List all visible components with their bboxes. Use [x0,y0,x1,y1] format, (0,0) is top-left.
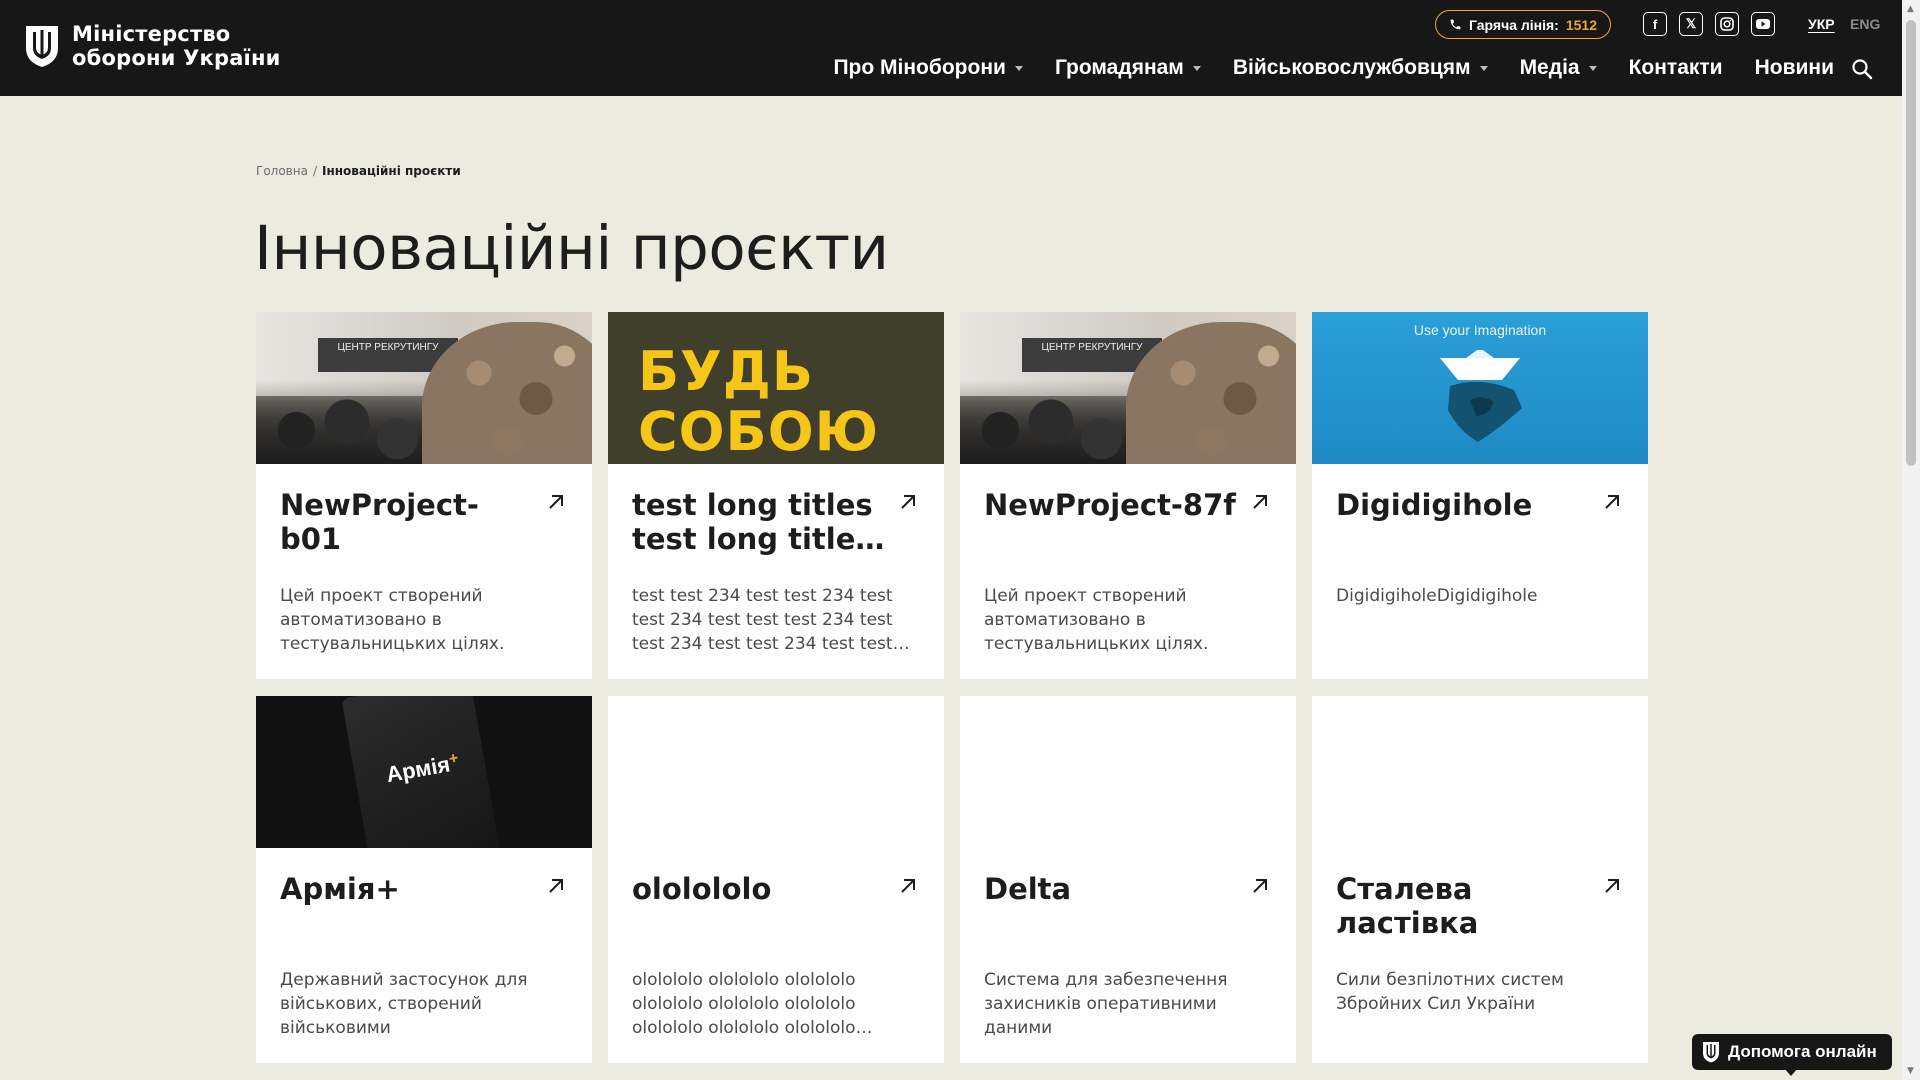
nav-servicemen-label: Військовослужбовцям [1232,56,1471,79]
page-title: Інноваційні проєкти [254,213,889,284]
arrow-up-right-icon [549,879,563,893]
project-title: NewProject-b01 [280,488,479,556]
scrollbar-thumb[interactable] [1906,20,1916,466]
nav-citizens-label: Громадянам [1054,56,1184,79]
instagram-icon[interactable] [1715,12,1739,36]
page-scrollbar[interactable]: ▲ ▼ [1902,0,1920,1080]
nav-about[interactable]: Про Міноборони [833,56,1023,80]
project-image: Use your Imagination [1312,312,1648,464]
x-icon[interactable]: 𝕏 [1679,12,1703,36]
breadcrumb-home-link[interactable]: Головна [256,164,308,178]
project-image: ЦЕНТР РЕКРУТИНГУ [960,312,1296,464]
ministry-logo[interactable]: Міністерство оборони України [24,22,281,70]
site-header: Міністерство оборони України Гаряча ліні… [0,0,1902,96]
trident-shield-icon [26,26,58,67]
nav-servicemen[interactable]: Військовослужбовцям [1233,56,1488,80]
project-title: Армія+ [280,872,400,906]
help-online-button[interactable]: Допомога онлайн [1692,1034,1892,1070]
facebook-icon[interactable]: f [1643,12,1667,36]
project-card[interactable]: Сталева ластівка Сили безпілотних систем… [1312,696,1648,1063]
project-description: Цей проект створений автоматизовано в те… [984,586,1209,654]
project-card[interactable]: Delta Система для забезпечення захисникі… [960,696,1296,1063]
social-links: f 𝕏 [1643,12,1775,36]
project-card[interactable]: Use your Imagination Digidigihole Digidi… [1312,312,1648,679]
project-title: Сталева ластівка [1336,872,1479,940]
project-title: NewProject-87f [984,488,1236,522]
nav-contacts-label: Контакти [1628,56,1723,79]
lang-eng-link[interactable]: ENG [1850,16,1880,32]
project-description: ololololo ololololo ololololo ololololo … [632,970,856,1038]
paper-boat-icon [1440,350,1522,442]
search-icon[interactable] [1850,57,1874,81]
project-card[interactable]: ЦЕНТР РЕКРУТИНГУ NewProject-87f Цей прое… [960,312,1296,679]
chevron-down-icon [1014,65,1023,71]
youtube-icon[interactable] [1751,12,1775,36]
project-card[interactable]: Армія+ Армія+ Державний застосунок для в… [256,696,592,1063]
nav-about-label: Про Міноборони [833,56,1006,79]
arrow-up-right-icon [549,495,563,509]
trident-shield-icon [1703,1042,1719,1063]
arrow-up-right-icon [1605,495,1619,509]
project-description: Система для забезпечення захисників опер… [984,970,1228,1038]
nav-citizens[interactable]: Громадянам [1055,56,1201,80]
lang-ukr-link[interactable]: УКР [1808,16,1835,32]
hotline-label: Гаряча лінія: [1469,16,1559,33]
arrow-up-right-icon [901,879,915,893]
main-nav: Про Міноборони Громадянам Військовослужб… [833,56,1834,80]
nav-news-label: Новини [1754,56,1834,79]
hotline-button[interactable]: Гаряча лінія: 1512 [1435,10,1611,39]
scroll-up-arrow-icon[interactable]: ▲ [1907,4,1914,14]
logo-line-1: Міністерство [72,22,231,46]
breadcrumb-separator: / [312,164,317,178]
arrow-up-right-icon [1253,879,1267,893]
nav-news[interactable]: Новини [1755,56,1834,80]
instagram-glyph [1720,17,1734,31]
project-description: DigidigiholeDigidigihole [1336,586,1538,606]
project-description: Цей проект створений автоматизовано в те… [280,586,505,654]
youtube-glyph [1756,19,1770,29]
scroll-down-arrow-icon[interactable]: ▼ [1907,1066,1914,1076]
breadcrumb: Головна / Інноваційні проєкти [256,164,461,178]
chevron-down-icon [1479,65,1488,71]
arrow-up-right-icon [1605,879,1619,893]
image-text-line-2: СОБОЮ [638,400,879,463]
project-image [960,696,1296,848]
project-title: Digidigihole [1336,488,1533,522]
projects-grid: ЦЕНТР РЕКРУТИНГУ NewProject-b01 Цей прое… [256,312,1648,1063]
hotline-number: 1512 [1565,16,1597,33]
phone-icon [1450,19,1461,30]
nav-media-label: Медіа [1519,56,1580,79]
logo-line-2: оборони України [72,46,281,70]
project-card[interactable]: ololololo ololololo ololololo ololololo … [608,696,944,1063]
chevron-down-icon [1588,65,1597,71]
arrow-up-right-icon [901,495,915,509]
help-online-label: Допомога онлайн [1728,1042,1877,1061]
project-description: Сили безпілотних систем Збройних Сил Укр… [1336,970,1564,1014]
chevron-down-icon [1192,65,1201,71]
project-card[interactable]: ЦЕНТР РЕКРУТИНГУ NewProject-b01 Цей прое… [256,312,592,679]
project-image [608,696,944,848]
help-widget-tail [1784,1068,1798,1076]
image-caption: Use your Imagination [1413,322,1547,338]
image-text-line-1: БУДЬ [638,340,815,403]
breadcrumb-current: Інноваційні проєкти [322,164,461,178]
project-title: ololololo [632,872,772,906]
nav-media[interactable]: Медіа [1520,56,1597,80]
project-title: test long titles test long titles test l… [632,488,873,556]
project-image: БУДЬ СОБОЮ [608,312,944,464]
project-card[interactable]: БУДЬ СОБОЮ test long titles test long ti… [608,312,944,679]
project-title: Delta [984,872,1072,906]
arrow-up-right-icon [1253,495,1267,509]
project-description: test test 234 test test 234 test test 23… [632,586,893,654]
project-image: ЦЕНТР РЕКРУТИНГУ [256,312,592,464]
nav-contacts[interactable]: Контакти [1629,56,1723,80]
project-image [1312,696,1648,848]
project-description: Державний застосунок для військових, ств… [280,970,528,1038]
project-image: Армія+ [256,696,592,848]
logo-text: Міністерство оборони України [72,22,281,70]
